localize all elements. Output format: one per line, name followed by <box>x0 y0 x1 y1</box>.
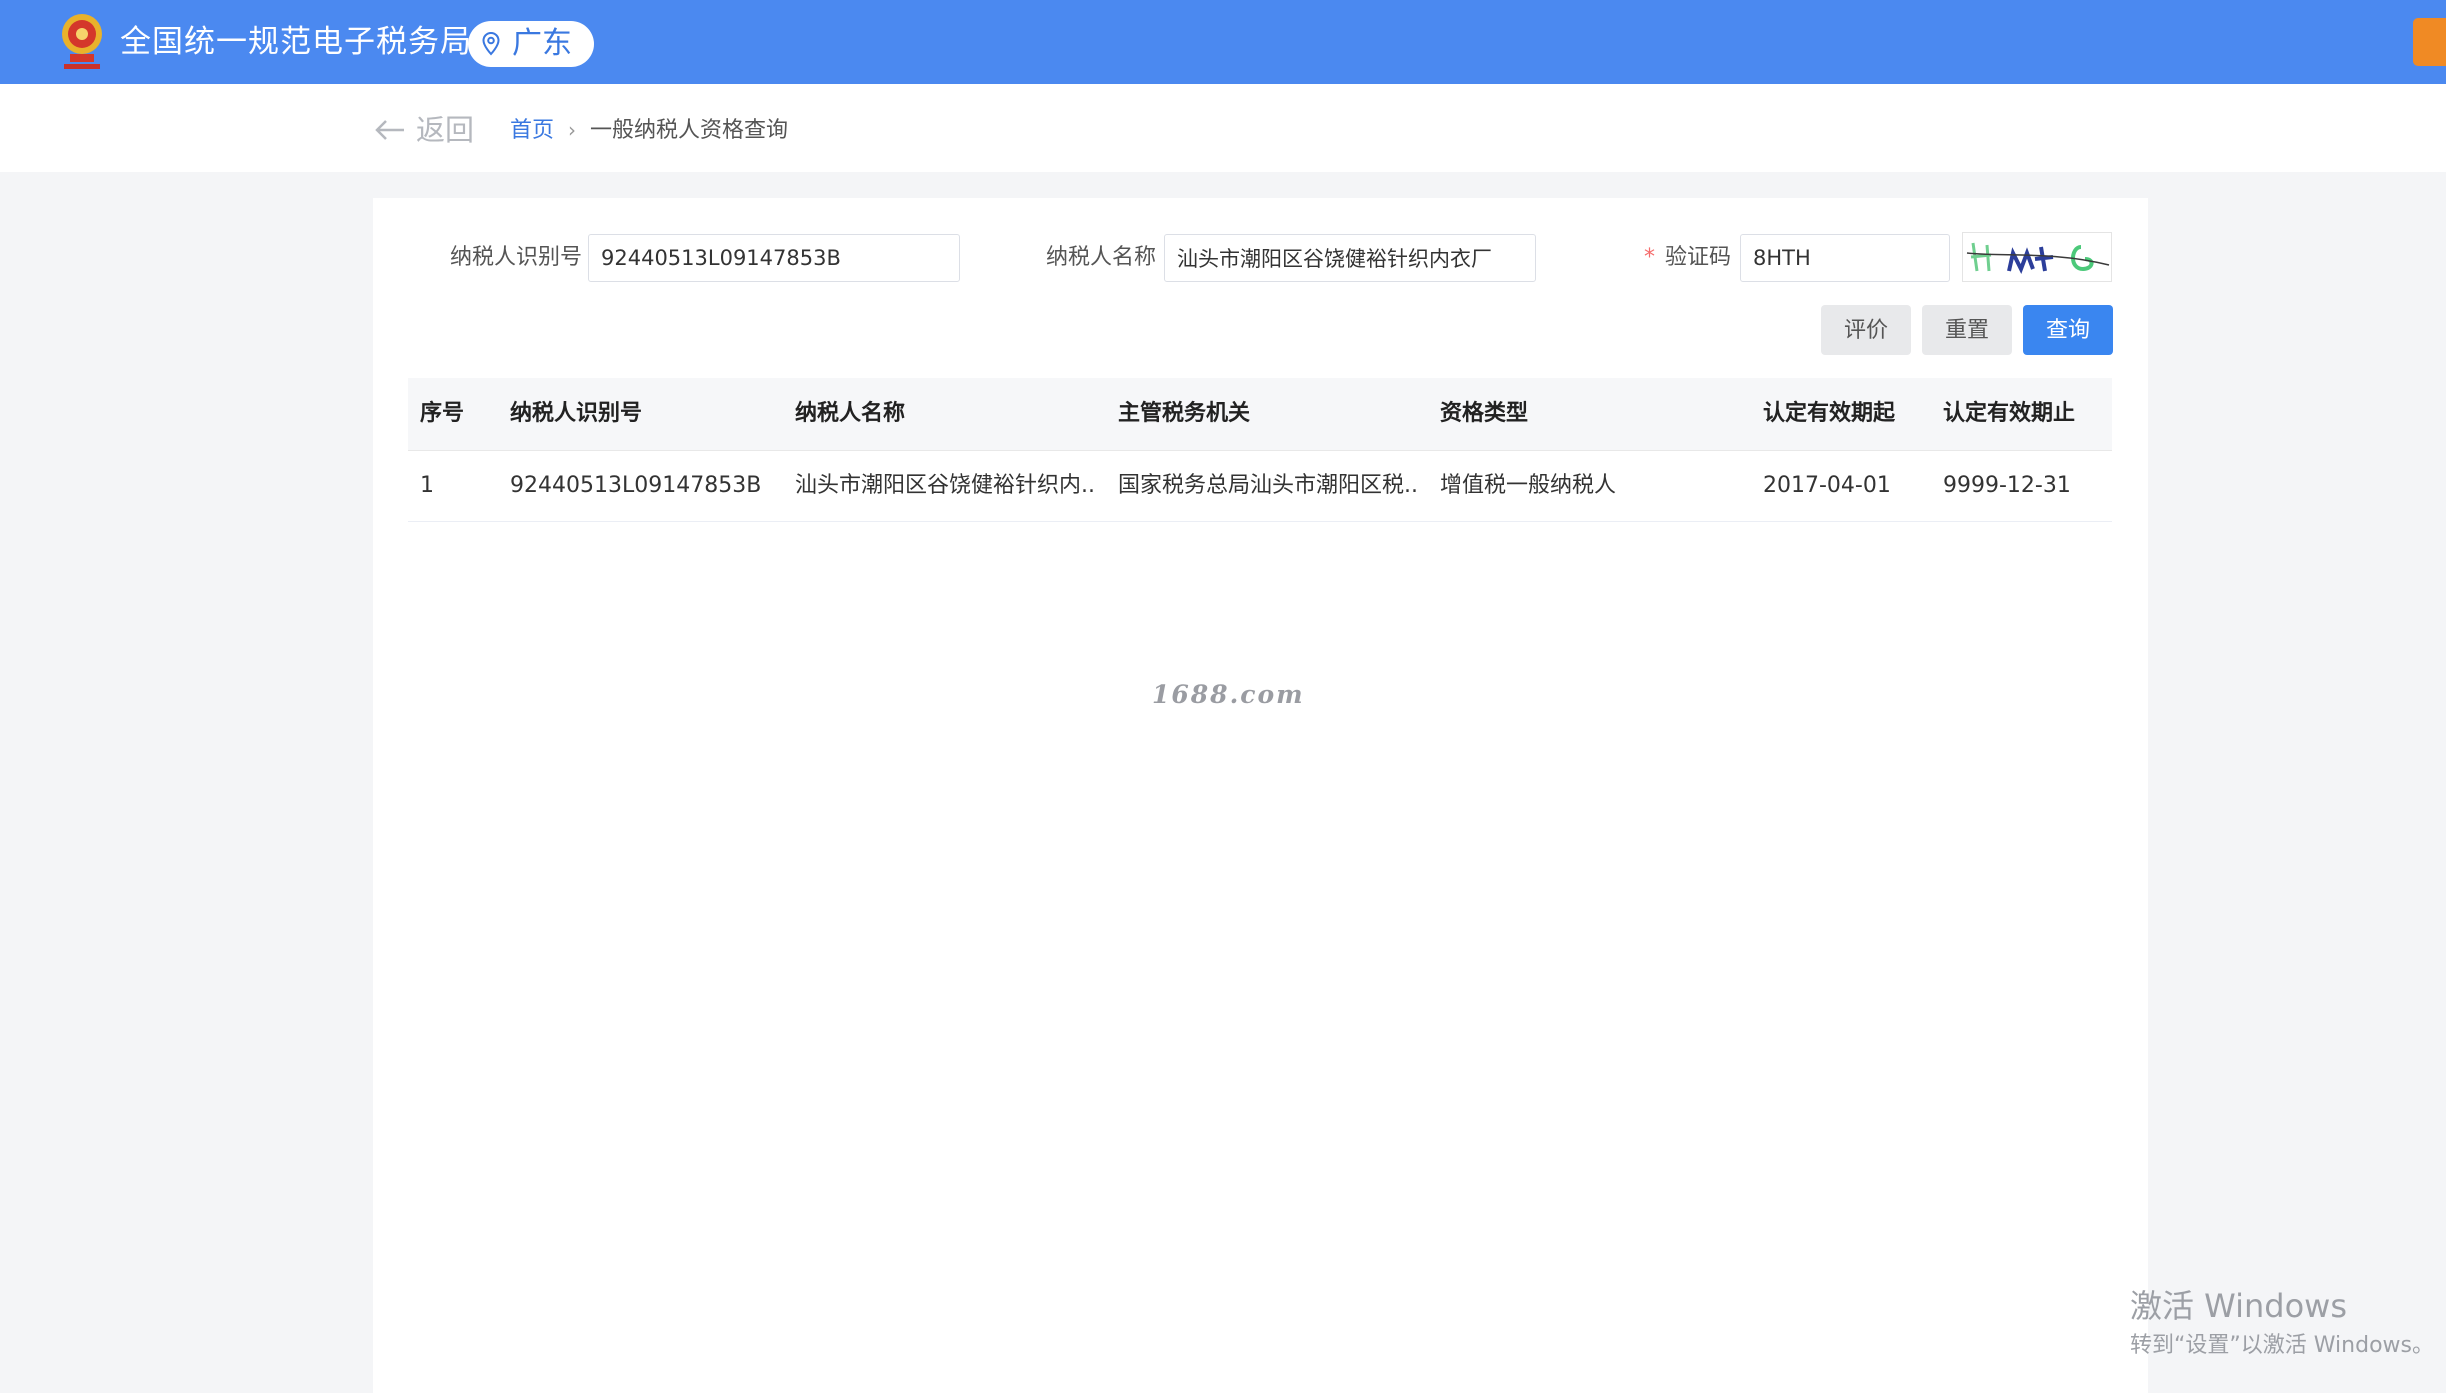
windows-activation-notice: 激活 Windows 转到“设置”以激活 Windows。 <box>2130 1286 2434 1362</box>
cell-valid-from: 2017-04-01 <box>1763 473 1891 498</box>
region-label: 广东 <box>512 26 572 61</box>
app-title: 全国统一规范电子税务局 <box>120 24 472 60</box>
reset-button[interactable]: 重置 <box>1922 305 2012 355</box>
captcha-label-group: * 验证码 <box>1644 234 1731 282</box>
navigation-bar <box>0 84 2446 172</box>
table-row[interactable]: 1 92440513L09147853B 汕头市潮阳区谷饶健裕针织内... 国家… <box>408 451 2112 522</box>
header-cell-taxpayer-id: 纳税人识别号 <box>510 401 643 426</box>
back-arrow-icon <box>375 120 404 140</box>
cell-qualification-type: 增值税一般纳税人 <box>1440 473 1617 498</box>
login-button[interactable] <box>2413 18 2446 66</box>
top-header-bar: 全国统一规范电子税务局 广东 <box>0 0 2446 84</box>
activation-hint: 转到“设置”以激活 Windows。 <box>2130 1333 2434 1358</box>
table-header-row: 序号 纳税人识别号 纳税人名称 主管税务机关 资格类型 认定有效期起 认定有效期… <box>408 378 2112 451</box>
breadcrumb-separator-icon: › <box>568 118 577 142</box>
results-table: 序号 纳税人识别号 纳税人名称 主管税务机关 资格类型 认定有效期起 认定有效期… <box>408 378 2112 522</box>
taxpayer-name-input[interactable] <box>1164 234 1536 282</box>
required-mark: * <box>1644 245 1655 270</box>
taxpayer-id-input[interactable] <box>588 234 960 282</box>
breadcrumb-home-link[interactable]: 首页 <box>510 118 554 143</box>
tax-emblem-icon <box>62 14 102 69</box>
cell-tax-authority: 国家税务总局汕头市潮阳区税... <box>1118 473 1418 498</box>
captcha-glyphs <box>1966 242 2110 274</box>
back-label: 返回 <box>416 113 475 147</box>
taxpayer-id-label: 纳税人识别号 <box>450 245 583 270</box>
header-cell-valid-to: 认定有效期止 <box>1943 401 2076 426</box>
header-cell-index: 序号 <box>420 401 465 426</box>
region-selector[interactable]: 广东 <box>468 21 594 67</box>
header-cell-qualification-type: 资格类型 <box>1440 401 1529 426</box>
query-button[interactable]: 查询 <box>2023 305 2113 355</box>
activation-title: 激活 Windows <box>2130 1287 2348 1325</box>
captcha-label: 验证码 <box>1665 245 1732 270</box>
header-cell-valid-from: 认定有效期起 <box>1763 401 1896 426</box>
location-pin-icon <box>482 32 500 56</box>
cell-index: 1 <box>420 473 434 498</box>
cell-taxpayer-name: 汕头市潮阳区谷饶健裕针织内... <box>795 473 1095 498</box>
cell-valid-to: 9999-12-31 <box>1943 473 2071 498</box>
captcha-image[interactable] <box>1962 232 2112 282</box>
cell-taxpayer-id: 92440513L09147853B <box>510 473 762 498</box>
back-button[interactable]: 返回 <box>374 108 474 152</box>
header-cell-taxpayer-name: 纳税人名称 <box>795 401 906 426</box>
taxpayer-name-label: 纳税人名称 <box>1046 245 1157 270</box>
header-cell-tax-authority: 主管税务机关 <box>1118 401 1251 426</box>
captcha-input[interactable] <box>1740 234 1950 282</box>
breadcrumb: 首页 › 一般纳税人资格查询 <box>510 112 788 149</box>
evaluate-button[interactable]: 评价 <box>1821 305 1911 355</box>
watermark-text: 1688.com <box>1152 680 1305 709</box>
breadcrumb-current: 一般纳税人资格查询 <box>590 118 789 143</box>
